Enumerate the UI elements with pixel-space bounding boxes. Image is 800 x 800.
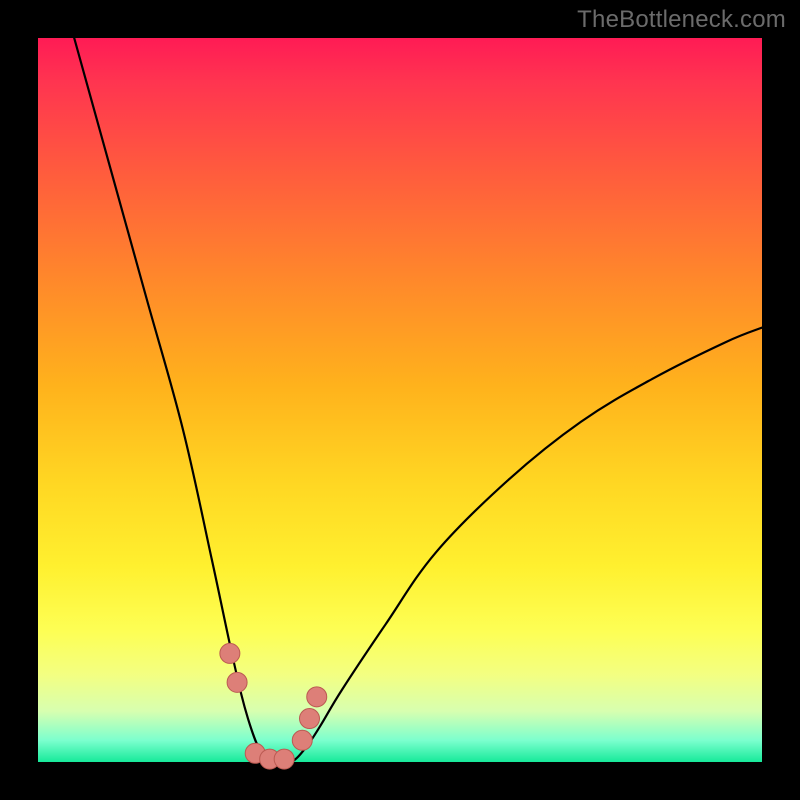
bottleneck-curve	[74, 38, 762, 764]
highlighted-range-markers	[220, 643, 327, 769]
bottleneck-curve-svg	[38, 38, 762, 762]
marker-dot	[274, 749, 294, 769]
marker-dot	[227, 672, 247, 692]
plot-area	[38, 38, 762, 762]
marker-dot	[300, 709, 320, 729]
marker-dot	[307, 687, 327, 707]
marker-dot	[220, 643, 240, 663]
marker-dot	[292, 730, 312, 750]
chart-frame: TheBottleneck.com	[0, 0, 800, 800]
watermark-text: TheBottleneck.com	[577, 6, 786, 34]
